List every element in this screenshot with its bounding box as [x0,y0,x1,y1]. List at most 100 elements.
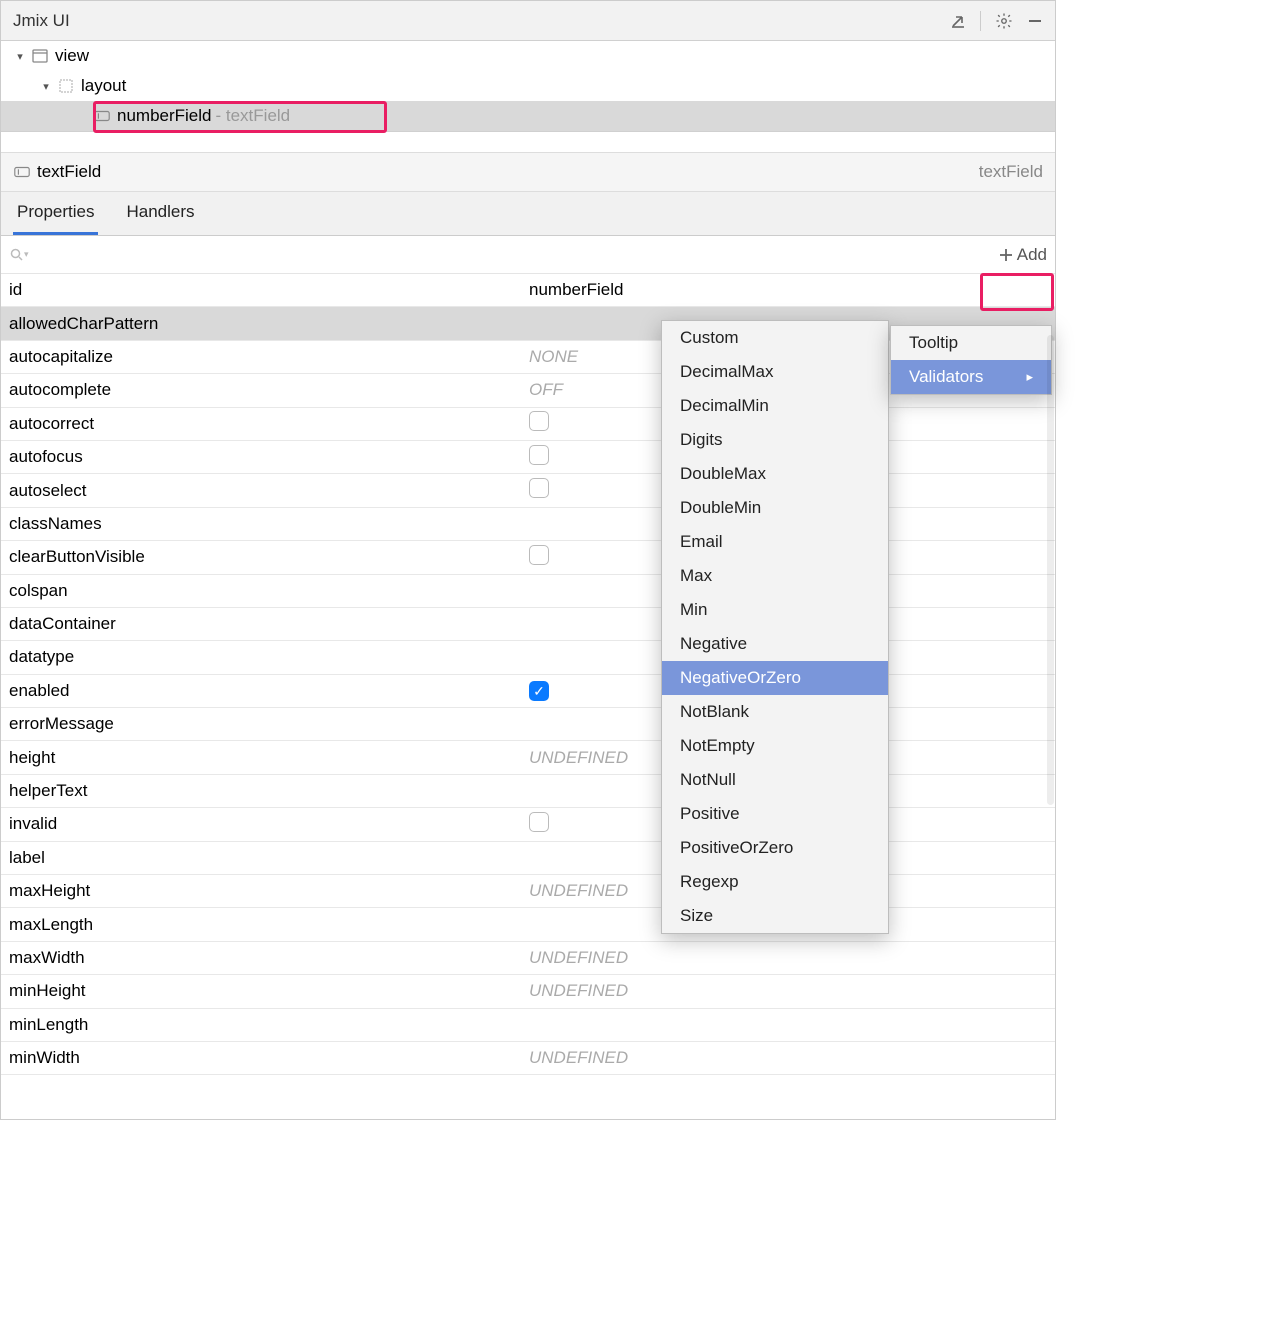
property-value[interactable]: UNDEFINED [529,1048,1055,1068]
chevron-right-icon: ▸ [1026,369,1033,385]
property-value[interactable]: numberField [529,280,1055,300]
search-row: ▾ Add [1,236,1055,274]
property-row[interactable]: invalid [1,808,1055,841]
property-name: maxLength [9,915,529,935]
property-row[interactable]: minHeightUNDEFINED [1,975,1055,1008]
menu-item-validator[interactable]: Email [662,525,888,559]
property-row[interactable]: heightUNDEFINED [1,741,1055,774]
window-title: Jmix UI [13,11,950,31]
menu-item-validator[interactable]: Regexp [662,865,888,899]
tree-node-label: view [55,46,89,66]
menu-item-validator[interactable]: PositiveOrZero [662,831,888,865]
property-row[interactable]: errorMessage [1,708,1055,741]
menu-item-validator[interactable]: Size [662,899,888,933]
menu-item-validator[interactable]: DecimalMin [662,389,888,423]
property-name: maxWidth [9,948,529,968]
titlebar-icons [950,11,1043,31]
property-name: autocapitalize [9,347,529,367]
property-row[interactable]: clearButtonVisible [1,541,1055,574]
property-name: autofocus [9,447,529,467]
minimize-icon[interactable] [1027,13,1043,29]
tree-node-name: numberField [117,106,212,126]
tree-row-layout[interactable]: ▾ layout [1,71,1055,101]
property-name: minLength [9,1015,529,1035]
property-name: errorMessage [9,714,529,734]
menu-item-validator[interactable]: Digits [662,423,888,457]
property-name: height [9,748,529,768]
property-name: helperText [9,781,529,801]
checkbox[interactable] [529,545,549,565]
property-name: dataContainer [9,614,529,634]
checkbox[interactable] [529,445,549,465]
property-name: label [9,848,529,868]
menu-item-validator[interactable]: DoubleMax [662,457,888,491]
component-type: textField [979,162,1043,182]
chevron-down-icon[interactable]: ▾ [39,80,53,93]
menu-item-tooltip[interactable]: Tooltip [891,326,1051,360]
menu-item-validator[interactable]: Positive [662,797,888,831]
menu-item-validator[interactable]: DecimalMax [662,355,888,389]
titlebar: Jmix UI [1,1,1055,41]
property-row[interactable]: autofocus [1,441,1055,474]
spacer [1,132,1055,152]
property-name: maxHeight [9,881,529,901]
property-value[interactable]: UNDEFINED [529,981,1055,1001]
property-name: minHeight [9,981,529,1001]
chevron-down-icon[interactable]: ▾ [13,50,27,63]
property-row[interactable]: autoselect [1,474,1055,507]
property-row[interactable]: maxLength [1,908,1055,941]
tree-row-view[interactable]: ▾ view [1,41,1055,71]
property-name: id [9,280,529,300]
checkbox[interactable] [529,812,549,832]
tree-node-type: - textField [216,106,291,126]
property-row[interactable]: autocorrect [1,408,1055,441]
menu-item-validator[interactable]: Negative [662,627,888,661]
property-row[interactable]: classNames [1,508,1055,541]
search-icon[interactable]: ▾ [9,247,29,263]
property-row[interactable]: enabled✓ [1,675,1055,708]
menu-item-validator[interactable]: DoubleMin [662,491,888,525]
tab-properties[interactable]: Properties [13,192,98,235]
property-name: autoselect [9,481,529,501]
search-input[interactable] [29,240,991,270]
menu-item-validator[interactable]: NegativeOrZero [662,661,888,695]
checkbox[interactable] [529,478,549,498]
property-row[interactable]: idnumberField [1,274,1055,307]
menu-item-validator[interactable]: NotNull [662,763,888,797]
property-row[interactable]: colspan [1,575,1055,608]
property-value[interactable]: UNDEFINED [529,948,1055,968]
menu-item-validator[interactable]: Max [662,559,888,593]
property-row[interactable]: maxHeightUNDEFINED [1,875,1055,908]
scrollbar[interactable] [1047,335,1054,805]
menu-item-validators[interactable]: Validators ▸ [891,360,1051,394]
menu-item-validator[interactable]: NotEmpty [662,729,888,763]
checkbox[interactable]: ✓ [529,681,549,701]
layout-icon [57,77,75,95]
checkbox[interactable] [529,411,549,431]
textfield-icon [13,163,31,181]
property-row[interactable]: minLength [1,1009,1055,1042]
property-row[interactable]: maxWidthUNDEFINED [1,942,1055,975]
component-name: textField [37,162,101,182]
component-tree: ▾ view ▾ layout numberField - textField [1,41,1055,132]
menu-item-validator[interactable]: Custom [662,321,888,355]
menu-item-label: Validators [909,367,983,387]
property-name: minWidth [9,1048,529,1068]
menu-item-validator[interactable]: NotBlank [662,695,888,729]
gear-icon[interactable] [995,12,1013,30]
property-row[interactable]: minWidthUNDEFINED [1,1042,1055,1075]
property-name: invalid [9,814,529,834]
menu-item-validator[interactable]: Min [662,593,888,627]
property-row[interactable]: datatype [1,641,1055,674]
property-row[interactable]: helperText [1,775,1055,808]
property-name: enabled [9,681,529,701]
menu-item-label: Tooltip [909,333,958,353]
tab-handlers[interactable]: Handlers [122,192,198,235]
tree-row-numberfield[interactable]: numberField - textField [1,101,1055,131]
add-button[interactable]: Add [991,236,1055,273]
property-row[interactable]: dataContainer [1,608,1055,641]
property-row[interactable]: label [1,842,1055,875]
tabs: Properties Handlers [1,192,1055,236]
dock-icon[interactable] [950,13,966,29]
property-name: classNames [9,514,529,534]
